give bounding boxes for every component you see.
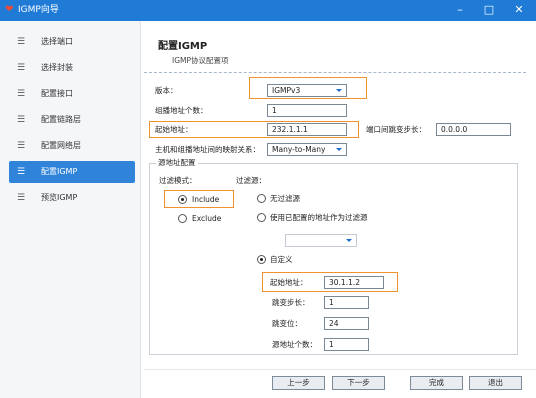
configured-address-select[interactable] [285,234,357,247]
sidebar-item-label: 配置链路层 [41,115,81,124]
source-count-label: 源地址个数： [272,340,317,349]
start-address-label: 起始地址： [155,125,193,134]
sidebar-item-config-interface[interactable]: ☰ 配置接口 [9,83,135,105]
sidebar-item-config-network-layer[interactable]: ☰ 配置网络层 [9,135,135,157]
no-filter-label: 无过滤源 [270,194,300,203]
sidebar-item-config-link-layer[interactable]: ☰ 配置链路层 [9,109,135,131]
port-step-field[interactable]: 0.0.0.0 [436,123,511,136]
exclude-radio[interactable] [178,214,187,223]
use-configured-label: 使用已配置的地址作为过滤源 [270,213,368,222]
sidebar-item-label: 配置接口 [41,89,73,98]
filter-source-label: 过滤源： [236,176,266,185]
source-bit-label: 跳变位： [272,319,302,328]
next-button[interactable]: 下一步 [332,376,385,390]
page-subtitle: IGMP协议配置项 [172,56,229,65]
page-title: 配置IGMP [158,41,208,52]
list-icon: ☰ [17,167,26,177]
source-group-title: 源地址配置 [156,158,198,168]
custom-label: 自定义 [270,255,293,264]
version-select-value: IGMPv3 [272,86,301,95]
start-address-field[interactable]: 232.1.1.1 [267,123,347,136]
chevron-down-icon [336,89,342,92]
group-count-field[interactable]: 1 [267,104,347,117]
exit-button[interactable]: 退出 [469,376,522,390]
app-logo-icon: ❤ [5,4,14,15]
source-start-address-label: 起始地址： [270,278,308,287]
chevron-down-icon [336,148,342,151]
source-start-address-field[interactable]: 30.1.1.2 [324,276,384,289]
minimize-button[interactable]: – [446,0,474,21]
mapping-select[interactable]: Many-to-Many [267,143,347,156]
group-count-label: 组播地址个数： [155,106,208,115]
mapping-select-value: Many-to-Many [272,145,326,154]
include-radio[interactable] [178,195,187,204]
no-filter-radio[interactable] [257,194,266,203]
header-divider [144,72,526,73]
prev-button[interactable]: 上一步 [272,376,325,390]
version-label: 版本： [155,86,178,95]
source-count-field[interactable]: 1 [324,338,369,351]
title-bar: ❤ IGMP向导 – □ ✕ [0,0,536,21]
sidebar-item-label: 配置IGMP [41,167,78,176]
chevron-down-icon [346,239,352,242]
wizard-sidebar: ☰ 选择端口 ☰ 选择封装 ☰ 配置接口 ☰ 配置链路层 ☰ 配置网络层 ☰ 配… [0,21,141,398]
sidebar-item-label: 选择端口 [41,37,73,46]
sidebar-item-config-igmp[interactable]: ☰ 配置IGMP [9,161,135,183]
source-step-field[interactable]: 1 [324,296,369,309]
mapping-label: 主机和组播地址间的映射关系： [155,145,260,154]
source-bit-field[interactable]: 24 [324,317,369,330]
list-icon: ☰ [17,63,26,73]
list-icon: ☰ [17,193,26,203]
sidebar-item-label: 配置网络层 [41,141,81,150]
sidebar-item-label: 选择封装 [41,63,73,72]
include-label: Include [192,195,220,204]
sidebar-item-preview-igmp[interactable]: ☰ 预览IGMP [9,187,135,209]
list-icon: ☰ [17,141,26,151]
window-title: IGMP向导 [18,5,59,15]
list-icon: ☰ [17,37,26,47]
maximize-button[interactable]: □ [475,0,503,21]
finish-button[interactable]: 完成 [410,376,463,390]
filter-mode-label: 过滤模式： [159,176,197,185]
sidebar-item-label: 预览IGMP [41,193,78,202]
sidebar-item-select-port[interactable]: ☰ 选择端口 [9,31,135,53]
sidebar-item-select-encap[interactable]: ☰ 选择封装 [9,57,135,79]
use-configured-radio[interactable] [257,213,266,222]
list-icon: ☰ [17,115,26,125]
source-step-label: 跳变步长： [272,298,310,307]
footer-divider [144,369,536,370]
custom-radio[interactable] [257,255,266,264]
exclude-label: Exclude [192,214,222,223]
version-select[interactable]: IGMPv3 [267,84,347,97]
close-button[interactable]: ✕ [505,0,533,21]
list-icon: ☰ [17,89,26,99]
port-step-label: 端口间跳变步长： [366,125,426,134]
